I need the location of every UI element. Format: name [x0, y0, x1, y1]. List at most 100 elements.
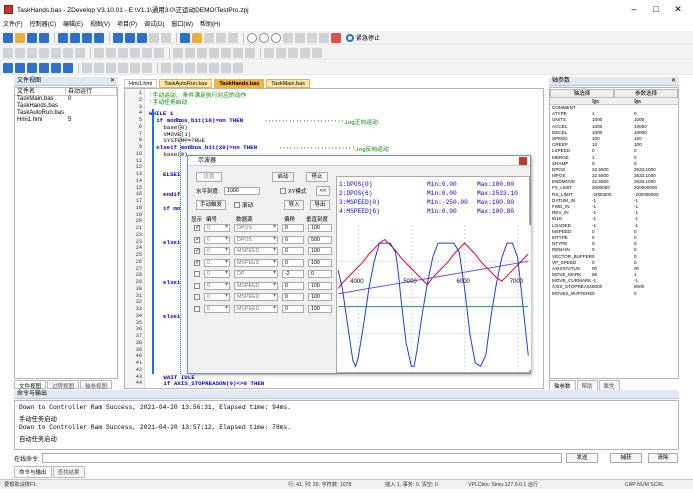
- channel-number-select[interactable]: 0: [204, 258, 230, 267]
- io-icon[interactable]: [137, 32, 147, 43]
- channel-number-select[interactable]: 0: [204, 304, 230, 313]
- channel-vscale-input[interactable]: 100: [308, 281, 332, 290]
- file-row[interactable]: Hmi1.hmi 5: [15, 117, 117, 124]
- save-all-icon[interactable]: [39, 32, 49, 43]
- scope-icon[interactable]: [125, 32, 135, 43]
- channel-source-select[interactable]: MSPEED: [234, 304, 278, 313]
- channel-source-select[interactable]: DPOS: [234, 235, 278, 244]
- channel-vscale-input[interactable]: 100: [308, 293, 332, 301]
- file-panel-close-icon[interactable]: ✕: [110, 77, 115, 86]
- oscilloscope-close-icon[interactable]: [519, 157, 527, 165]
- menu-controller[interactable]: 控制器(C): [30, 19, 56, 28]
- clear-button[interactable]: 清除: [648, 453, 678, 463]
- center-h-icon[interactable]: [106, 62, 116, 73]
- preview-icon[interactable]: [221, 62, 231, 73]
- back-icon[interactable]: [300, 47, 310, 58]
- channel-offset-input[interactable]: 0: [282, 304, 304, 313]
- menu-edit[interactable]: 编辑(E): [63, 19, 83, 28]
- scope-import-button[interactable]: 导入: [284, 200, 304, 210]
- channel-number-select[interactable]: 0: [204, 247, 230, 255]
- channel-source-select[interactable]: DPOS: [234, 224, 278, 232]
- scope-chart[interactable]: 4000 5000 6000 70001:DPOS(0) Min:0.00 Max:100…: [337, 177, 531, 374]
- channel-offset-input[interactable]: 0: [282, 235, 304, 244]
- send-button[interactable]: 发送: [566, 453, 598, 463]
- run-icon[interactable]: [259, 32, 269, 43]
- layout-4-icon[interactable]: [39, 62, 49, 73]
- watch-icon[interactable]: [216, 32, 226, 43]
- step-icon[interactable]: [247, 32, 257, 43]
- menu-view[interactable]: 视图(V): [90, 19, 110, 28]
- maximize-button[interactable]: □: [645, 2, 667, 16]
- pen-icon[interactable]: [3, 47, 13, 58]
- download-ram-icon[interactable]: [58, 32, 68, 43]
- polygon-icon[interactable]: [63, 47, 73, 58]
- axis-param-icon[interactable]: [113, 32, 123, 43]
- ungroup-icon[interactable]: [276, 47, 286, 58]
- channel-vscale-input[interactable]: 500: [308, 235, 332, 244]
- menu-file[interactable]: 文件(F): [3, 19, 23, 28]
- run-cursor-icon[interactable]: [319, 32, 329, 43]
- menu-help[interactable]: 帮助(H): [200, 19, 220, 28]
- channel-vscale-input[interactable]: 100: [308, 247, 332, 255]
- tab-process-view[interactable]: 过程视图: [47, 380, 80, 390]
- fit-icon[interactable]: [185, 62, 195, 73]
- scope-plot[interactable]: 4000 5000 6000 7000 1:DPOS(0) Min:0.00 Max:100…: [336, 176, 531, 374]
- scroll-checkbox[interactable]: [234, 202, 240, 208]
- channel-show-checkbox[interactable]: [194, 271, 200, 277]
- group-icon[interactable]: [264, 47, 274, 58]
- controller-icon[interactable]: [94, 32, 104, 43]
- tab-command-output[interactable]: 命令与输出: [14, 466, 52, 478]
- channel-source-select[interactable]: MSPEED: [234, 247, 278, 255]
- channel-show-checkbox[interactable]: [194, 259, 200, 266]
- register-icon[interactable]: [149, 32, 159, 43]
- file-row[interactable]: TaskMain.bas 0: [15, 96, 117, 103]
- channel-show-checkbox[interactable]: [194, 282, 200, 289]
- file-col-name[interactable]: 文件名: [15, 88, 66, 95]
- table-icon[interactable]: [94, 47, 104, 58]
- label-icon[interactable]: [154, 47, 164, 58]
- menu-debug[interactable]: 调试(D): [144, 19, 164, 28]
- front-icon[interactable]: [288, 47, 298, 58]
- param-row[interactable]: MOVES_BUFFERED 0 0: [550, 291, 678, 297]
- channel-vscale-input[interactable]: 100: [308, 224, 332, 232]
- snap-icon[interactable]: [130, 62, 140, 73]
- xy-mode-checkbox[interactable]: [280, 188, 286, 194]
- channel-source-select[interactable]: MSPEED: [234, 293, 278, 301]
- tab-axis-view[interactable]: 轴参视图: [80, 380, 113, 390]
- layout-6-icon[interactable]: [63, 62, 73, 73]
- guides-icon[interactable]: [209, 62, 219, 73]
- line-icon[interactable]: [15, 47, 25, 58]
- param-panel-close-icon[interactable]: ✕: [671, 77, 676, 86]
- tab-file-view[interactable]: 文件视图: [14, 380, 47, 390]
- channel-show-checkbox[interactable]: [194, 294, 200, 300]
- emergency-stop-label[interactable]: 紧急停止: [356, 33, 380, 42]
- ellipse-icon[interactable]: [39, 47, 49, 58]
- arc-icon[interactable]: [51, 47, 61, 58]
- zoom-in-icon[interactable]: [161, 62, 171, 73]
- channel-show-checkbox[interactable]: [194, 247, 200, 254]
- same-height-icon[interactable]: [233, 47, 243, 58]
- scope-export-button[interactable]: 导出: [310, 200, 330, 210]
- channel-show-checkbox[interactable]: [194, 236, 200, 243]
- channel-source-select[interactable]: MSPEED: [234, 281, 278, 290]
- capture-button[interactable]: 捕获: [610, 453, 642, 463]
- param-select-button[interactable]: 参数选择: [614, 89, 678, 98]
- text-icon[interactable]: [130, 47, 140, 58]
- debug-stop-icon[interactable]: [192, 32, 202, 43]
- scope-nav-button[interactable]: <<: [316, 186, 330, 196]
- layout-2-icon[interactable]: [15, 62, 25, 73]
- same-width-icon[interactable]: [221, 47, 231, 58]
- zoom-out-icon[interactable]: [173, 62, 183, 73]
- view-icon[interactable]: [161, 32, 171, 43]
- command-input[interactable]: [42, 453, 562, 463]
- open-folder-icon[interactable]: [15, 32, 25, 43]
- align-top-icon[interactable]: [197, 47, 207, 58]
- channel-vscale-input[interactable]: 100: [308, 258, 332, 267]
- file-col-autorun[interactable]: 自动运行: [66, 88, 117, 95]
- menu-project[interactable]: 项目(P): [117, 19, 137, 28]
- layout-3-icon[interactable]: [27, 62, 37, 73]
- layout-5-icon[interactable]: [51, 62, 61, 73]
- menu-window[interactable]: 窗口(W): [171, 19, 193, 28]
- step-over-icon[interactable]: [295, 32, 305, 43]
- channel-number-select[interactable]: 0: [204, 281, 230, 290]
